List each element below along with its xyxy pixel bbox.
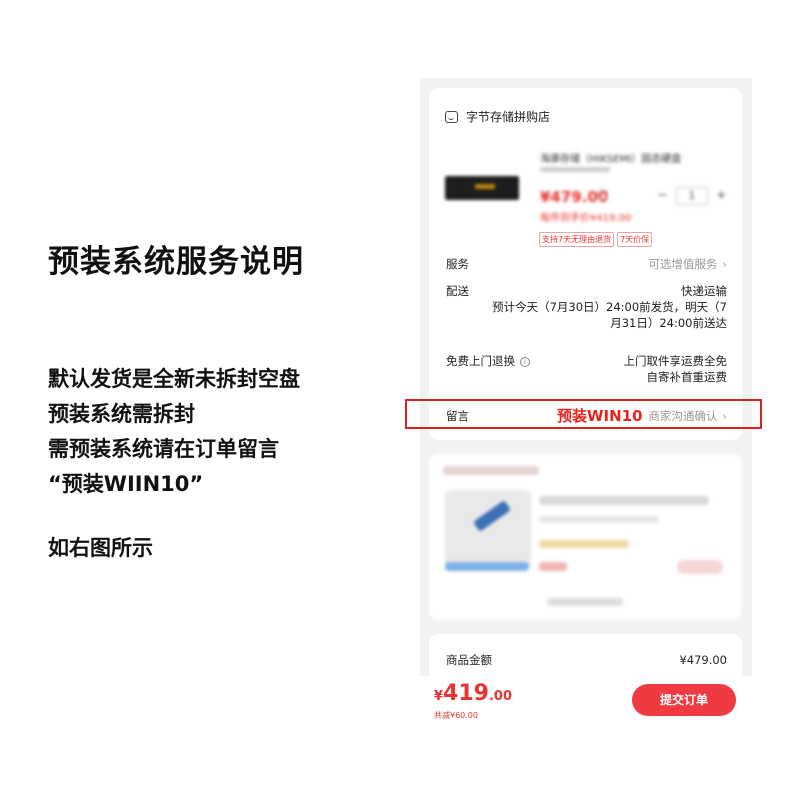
promo-price: 每件到手价¥419.00 xyxy=(540,213,632,224)
store-icon xyxy=(445,110,458,123)
recommend-price xyxy=(539,562,567,571)
goods-amount-label: 商品金额 xyxy=(446,653,492,667)
return-value-2: 自寄补首重运费 xyxy=(646,370,728,384)
return-value: 上门取件享运费全免 自寄补首重运费 xyxy=(624,353,728,385)
recommend-spec xyxy=(539,516,659,523)
chevron-right-icon: › xyxy=(722,257,727,271)
delivery-value: 快递运输 预计今天（7月30日）24:00前发货，明天（7 月31日）24:00… xyxy=(492,283,727,331)
note-item: 需预装系统请在订单留言 xyxy=(48,437,279,461)
delivery-method: 快递运输 xyxy=(681,284,727,298)
delivery-estimate-1: 预计今天（7月30日）24:00前发货，明天（7 xyxy=(492,300,727,314)
submit-order-button[interactable]: 提交订单 xyxy=(632,684,736,716)
note-item: 预装系统需拆封 xyxy=(48,402,195,426)
service-value: 可选增值服务 › xyxy=(648,257,727,271)
return-label: 免费上门退换 i xyxy=(446,353,530,369)
recommend-more-link[interactable] xyxy=(547,598,623,606)
see-right-note: 如右图所示 xyxy=(48,536,153,560)
recommend-card xyxy=(429,454,742,620)
recommend-add-button[interactable] xyxy=(677,560,723,574)
delivery-estimate-2: 月31日）24:00前送达 xyxy=(610,316,727,330)
annotation-text: 预装WIN10 xyxy=(557,407,643,425)
pay-price: ¥419.00 xyxy=(434,681,513,706)
quantity-stepper[interactable]: −1 + xyxy=(657,187,727,205)
tag-return: 支持7天无理由退货 xyxy=(539,232,615,247)
recommend-tag xyxy=(539,540,629,548)
recommend-title xyxy=(443,466,539,475)
notes-list: 默认发货是全新未拆封空盘 预装系统需拆封 需预装系统请在订单留言 “预装WIIN… xyxy=(48,362,300,502)
quantity-value[interactable]: 1 xyxy=(675,187,708,205)
minus-icon[interactable]: − xyxy=(657,188,668,203)
recommend-name[interactable] xyxy=(539,496,709,505)
note-item: “预装WIIN10” xyxy=(48,472,204,496)
service-label: 服务 xyxy=(446,257,469,271)
page-title: 预装系统服务说明 xyxy=(48,244,304,280)
order-card: 字节存储拼购店 海康存储（HIKSEMI）固态硬盘 ¥479.00 −1 + 每件… xyxy=(429,88,742,440)
checkout-bar: ¥419.00 共减¥60.00 提交订单 xyxy=(420,676,752,730)
saved-amount: 共减¥60.00 xyxy=(434,711,478,720)
recommend-image[interactable] xyxy=(445,490,531,568)
price-info-icon[interactable] xyxy=(597,189,608,200)
shop-name: 字节存储拼购店 xyxy=(466,110,551,124)
plus-icon[interactable]: + xyxy=(716,188,727,203)
shop-header[interactable]: 字节存储拼购店 xyxy=(445,108,550,125)
product-title[interactable]: 海康存储（HIKSEMI）固态硬盘 xyxy=(540,150,681,165)
info-icon[interactable]: i xyxy=(520,357,530,367)
product-tags: 支持7天无理由退货 7天价保 xyxy=(539,232,653,247)
goods-amount-value: ¥479.00 xyxy=(679,653,727,667)
product-spec xyxy=(540,167,610,172)
note-item: 默认发货是全新未拆封空盘 xyxy=(48,367,300,391)
return-value-1: 上门取件享运费全免 xyxy=(623,354,728,368)
recommend-badge xyxy=(445,562,529,571)
delivery-label: 配送 xyxy=(446,284,469,298)
tag-price-protect: 7天价保 xyxy=(617,232,653,247)
product-image[interactable] xyxy=(445,176,519,200)
